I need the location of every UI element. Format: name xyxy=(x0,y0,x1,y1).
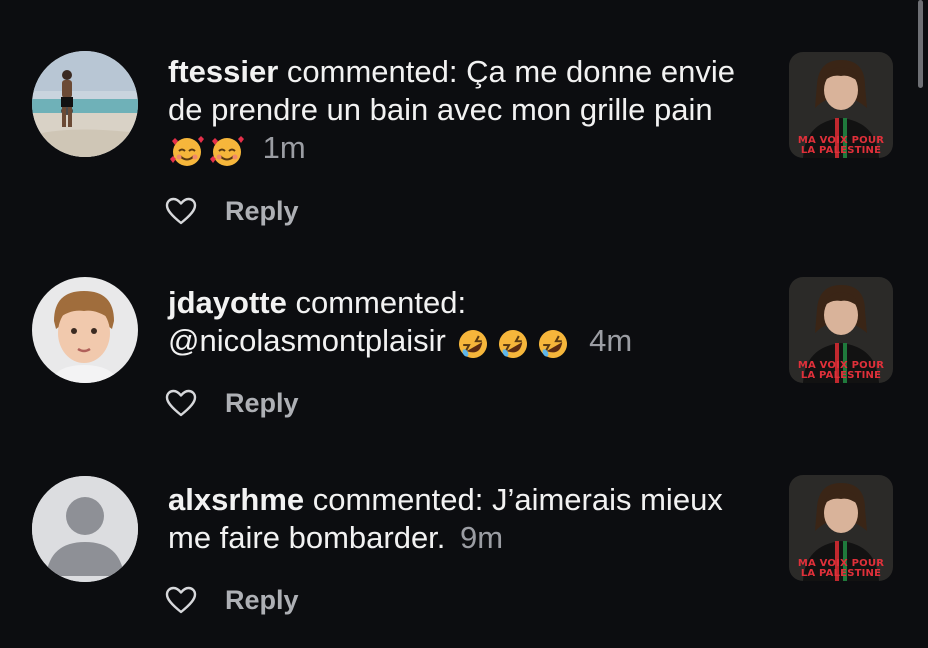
comment-username[interactable]: ftessier xyxy=(168,54,278,89)
post-thumbnail[interactable]: MA VOIX POUR LA PALESTINE xyxy=(789,277,893,383)
reply-button[interactable]: Reply xyxy=(225,388,299,419)
smiling-face-with-hearts-icon xyxy=(170,136,204,166)
reply-button[interactable]: Reply xyxy=(225,196,299,227)
comment-text: jdayotte commented: @nicolasmontplaisir xyxy=(168,284,758,366)
child-photo-avatar[interactable] xyxy=(32,277,138,383)
notifications-comment-list: ftessier commented: Ça me donne envie de… xyxy=(0,0,928,648)
thumbnail-caption: MA VOIX POUR LA PALESTINE xyxy=(789,559,893,579)
comment-username[interactable]: jdayotte xyxy=(168,285,287,320)
emoji-group xyxy=(168,135,248,173)
comment-timestamp: 4m xyxy=(589,323,633,358)
reply-button[interactable]: Reply xyxy=(225,585,299,616)
rolling-on-floor-laughing-icon xyxy=(539,330,568,358)
post-thumbnail[interactable]: MA VOIX POUR LA PALESTINE xyxy=(789,475,893,581)
comment-username[interactable]: alxsrhme xyxy=(168,482,304,517)
comment-text: ftessier commented: Ça me donne envie de… xyxy=(168,53,758,173)
comment-actions: Reply xyxy=(165,385,299,421)
comment-text: alxsrhme commented: J’aimerais mieux me … xyxy=(168,481,758,557)
comment-verb: commented: xyxy=(295,285,467,320)
thumbnail-caption: MA VOIX POUR LA PALESTINE xyxy=(789,136,893,156)
thumbnail-caption-line2: LA PALESTINE xyxy=(800,145,882,156)
heart-icon[interactable] xyxy=(165,389,197,417)
comment-verb: commented: xyxy=(312,482,484,517)
rolling-on-floor-laughing-icon xyxy=(459,330,488,358)
thumbnail-caption-line2: LA PALESTINE xyxy=(800,568,882,579)
comment-timestamp: 1m xyxy=(262,130,306,165)
comment-actions: Reply xyxy=(165,193,299,229)
rolling-on-floor-laughing-icon xyxy=(499,330,528,358)
beach-photo-avatar[interactable] xyxy=(32,51,138,157)
smiling-face-with-hearts-icon xyxy=(210,136,244,166)
default-user-avatar[interactable] xyxy=(32,476,138,582)
mention-link[interactable]: @nicolasmontplaisir xyxy=(168,323,446,358)
thumbnail-caption: MA VOIX POUR LA PALESTINE xyxy=(789,361,893,381)
comment-verb: commented: xyxy=(286,54,458,89)
comment-timestamp: 9m xyxy=(460,520,504,555)
post-thumbnail[interactable]: MA VOIX POUR LA PALESTINE xyxy=(789,52,893,158)
heart-icon[interactable] xyxy=(165,197,197,225)
emoji-group xyxy=(454,328,574,366)
heart-icon[interactable] xyxy=(165,586,197,614)
comment-actions: Reply xyxy=(165,582,299,618)
scrollbar[interactable] xyxy=(918,0,923,88)
thumbnail-caption-line2: LA PALESTINE xyxy=(800,370,882,381)
